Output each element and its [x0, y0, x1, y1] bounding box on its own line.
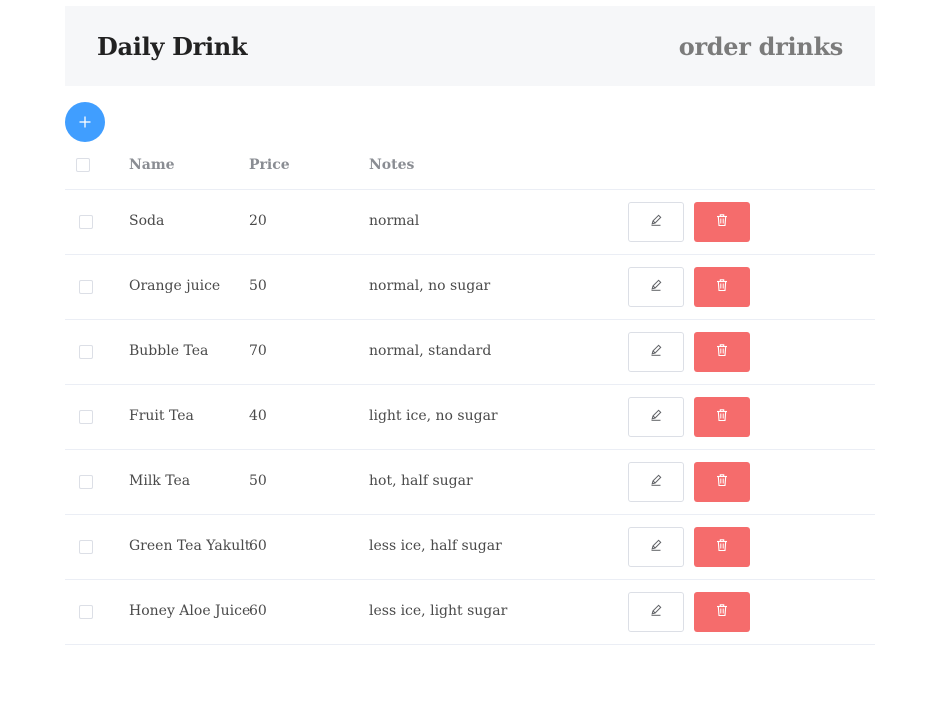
table-header-row: Name Price Notes	[65, 140, 875, 190]
drink-price: 60	[249, 603, 267, 619]
delete-button[interactable]	[694, 592, 750, 632]
table-row: Green Tea Yakult 60 less ice, half sugar	[65, 515, 875, 580]
pencil-icon	[649, 603, 663, 621]
table-row: Orange juice 50 normal, no sugar	[65, 255, 875, 320]
drink-price: 50	[249, 473, 267, 489]
drink-notes: normal	[369, 213, 420, 229]
drinks-table: Name Price Notes Soda 20 normal Orange juic…	[65, 140, 875, 645]
drink-name: Honey Aloe Juice	[129, 603, 251, 619]
row-checkbox[interactable]	[79, 280, 93, 294]
pencil-icon	[649, 278, 663, 296]
drink-name: Milk Tea	[129, 473, 191, 489]
drink-price: 40	[249, 408, 267, 424]
pencil-icon	[649, 408, 663, 426]
row-checkbox[interactable]	[79, 540, 93, 554]
row-checkbox[interactable]	[79, 605, 93, 619]
drink-name: Bubble Tea	[129, 343, 209, 359]
drink-notes: less ice, half sugar	[369, 538, 502, 554]
drink-price: 20	[249, 213, 267, 229]
column-header-price: Price	[249, 157, 290, 173]
trash-icon	[715, 538, 729, 556]
trash-icon	[715, 278, 729, 296]
row-checkbox[interactable]	[79, 475, 93, 489]
drink-price: 50	[249, 278, 267, 294]
drink-name: Soda	[129, 213, 165, 229]
table-row: Milk Tea 50 hot, half sugar	[65, 450, 875, 515]
pencil-icon	[649, 538, 663, 556]
drink-name: Green Tea Yakult	[129, 538, 251, 554]
plus-icon	[78, 115, 92, 129]
trash-icon	[715, 343, 729, 361]
edit-button[interactable]	[628, 332, 684, 372]
delete-button[interactable]	[694, 527, 750, 567]
row-checkbox[interactable]	[79, 410, 93, 424]
add-drink-button[interactable]	[65, 102, 105, 142]
edit-button[interactable]	[628, 397, 684, 437]
delete-button[interactable]	[694, 397, 750, 437]
table-row: Fruit Tea 40 light ice, no sugar	[65, 385, 875, 450]
drink-price: 60	[249, 538, 267, 554]
drink-notes: light ice, no sugar	[369, 408, 498, 424]
pencil-icon	[649, 343, 663, 361]
trash-icon	[715, 473, 729, 491]
edit-button[interactable]	[628, 592, 684, 632]
drink-price: 70	[249, 343, 267, 359]
column-header-notes: Notes	[369, 157, 415, 173]
pencil-icon	[649, 213, 663, 231]
trash-icon	[715, 408, 729, 426]
table-row: Honey Aloe Juice 60 less ice, light sugar	[65, 580, 875, 645]
drink-notes: less ice, light sugar	[369, 603, 508, 619]
trash-icon	[715, 213, 729, 231]
brand-title: Daily Drink	[97, 32, 248, 61]
row-checkbox[interactable]	[79, 215, 93, 229]
delete-button[interactable]	[694, 462, 750, 502]
drink-name: Fruit Tea	[129, 408, 194, 424]
edit-button[interactable]	[628, 527, 684, 567]
edit-button[interactable]	[628, 462, 684, 502]
edit-button[interactable]	[628, 267, 684, 307]
order-drinks-link[interactable]: order drinks	[679, 32, 844, 61]
edit-button[interactable]	[628, 202, 684, 242]
select-all-checkbox[interactable]	[76, 158, 90, 172]
drink-notes: normal, standard	[369, 343, 492, 359]
column-header-name: Name	[129, 157, 175, 173]
delete-button[interactable]	[694, 332, 750, 372]
app-header: Daily Drink order drinks	[65, 6, 875, 86]
delete-button[interactable]	[694, 202, 750, 242]
drink-name: Orange juice	[129, 278, 221, 294]
row-checkbox[interactable]	[79, 345, 93, 359]
table-row: Bubble Tea 70 normal, standard	[65, 320, 875, 385]
table-row: Soda 20 normal	[65, 190, 875, 255]
delete-button[interactable]	[694, 267, 750, 307]
drink-notes: hot, half sugar	[369, 473, 473, 489]
table-body: Soda 20 normal Orange juice 50 normal, no sug…	[65, 190, 875, 645]
pencil-icon	[649, 473, 663, 491]
trash-icon	[715, 603, 729, 621]
drink-notes: normal, no sugar	[369, 278, 491, 294]
